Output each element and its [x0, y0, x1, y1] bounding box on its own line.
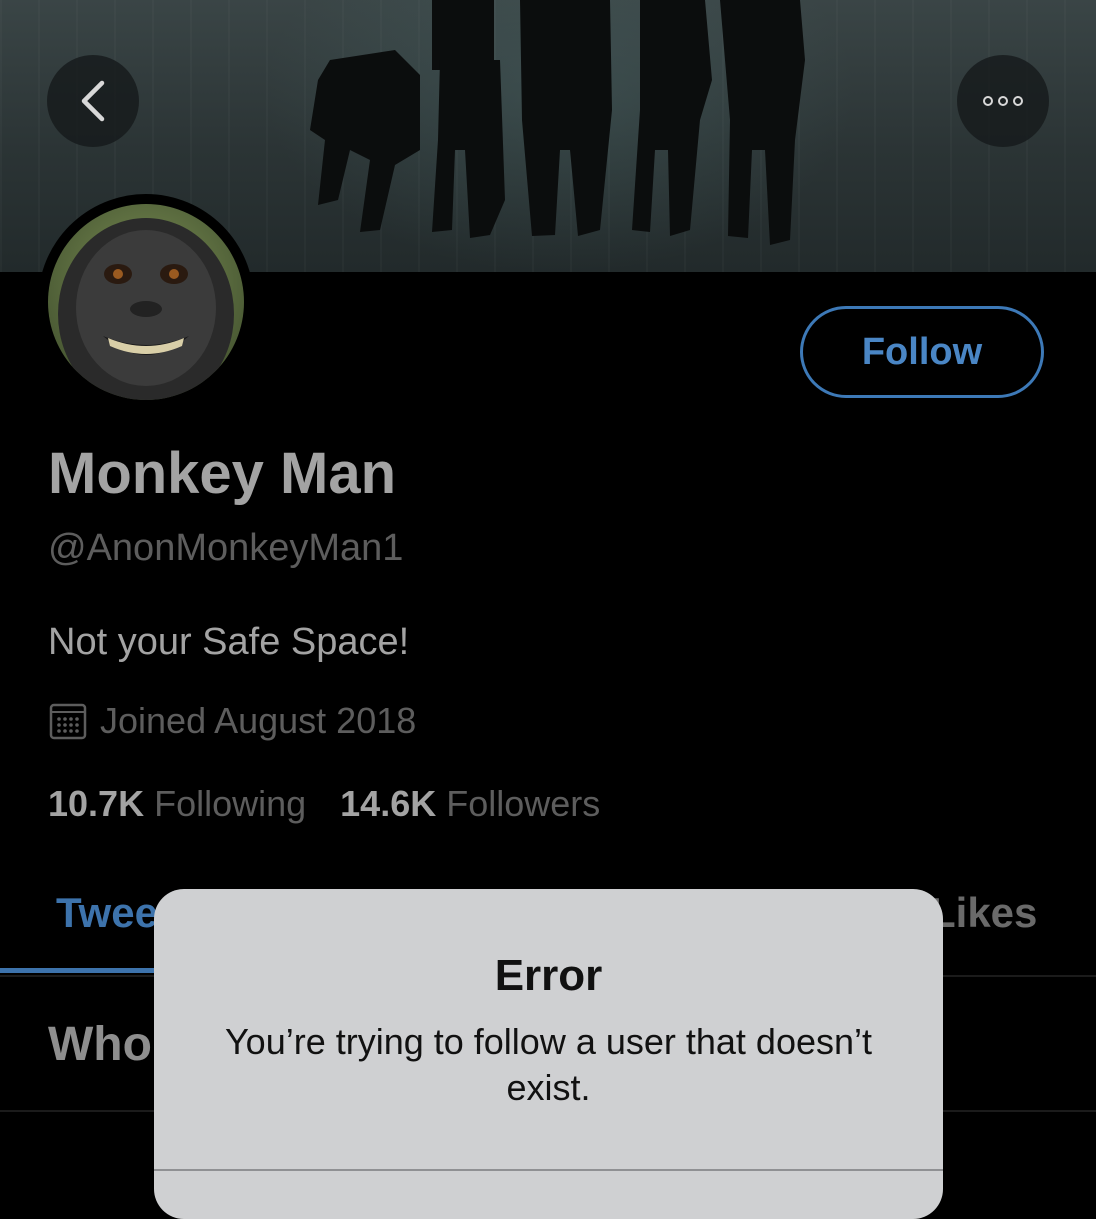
- display-name: Monkey Man: [48, 441, 397, 506]
- alert-title: Error: [494, 951, 603, 1000]
- error-alert-dialog: Error You’re trying to follow a user tha…: [154, 889, 943, 1219]
- calendar-icon: [49, 703, 87, 740]
- tab-likes[interactable]: Likes: [930, 888, 1037, 938]
- monkey-avatar-image: [48, 204, 244, 400]
- follow-stats: 10.7K Following 14.6K Followers: [48, 780, 600, 828]
- chevron-left-icon: [81, 80, 105, 122]
- avatar[interactable]: [38, 194, 254, 410]
- followers-count[interactable]: 14.6K: [340, 780, 436, 828]
- followers-label[interactable]: Followers: [446, 780, 600, 828]
- user-handle: @AnonMonkeyMan1: [48, 527, 404, 569]
- alert-button-separator: [154, 1169, 943, 1171]
- alert-message: You’re trying to follow a user that does…: [224, 1021, 873, 1108]
- bio: Not your Safe Space!: [48, 621, 410, 663]
- more-dots-icon: [983, 96, 1023, 106]
- more-options-button[interactable]: [957, 55, 1049, 147]
- active-tab-indicator: [0, 968, 160, 973]
- joined-date: Joined August 2018: [48, 698, 416, 744]
- tab-tweets[interactable]: Twee: [56, 888, 158, 938]
- following-count[interactable]: 10.7K: [48, 780, 144, 828]
- section-heading: Who: [48, 1018, 152, 1071]
- back-button[interactable]: [47, 55, 139, 147]
- follow-button[interactable]: Follow: [800, 306, 1044, 398]
- joined-label: Joined August 2018: [100, 700, 417, 741]
- following-label[interactable]: Following: [154, 780, 306, 828]
